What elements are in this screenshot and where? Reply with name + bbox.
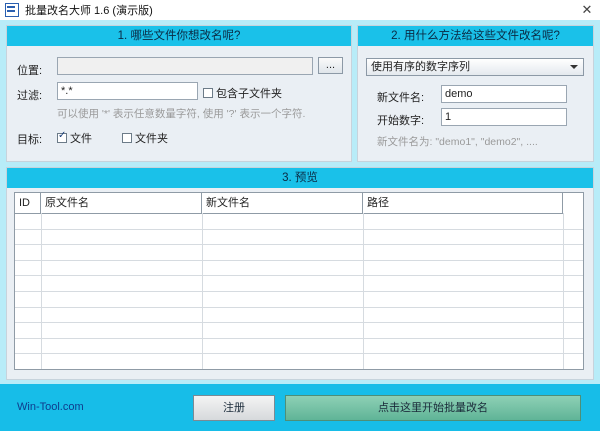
brand-link[interactable]: Win-Tool.com bbox=[17, 401, 84, 413]
start-number-label: 开始数字: bbox=[377, 115, 425, 127]
table-row-divider bbox=[15, 337, 583, 339]
target-file-checkbox[interactable]: 文件 bbox=[57, 130, 92, 146]
include-subfolders-checkbox[interactable]: 包含子文件夹 bbox=[203, 85, 282, 101]
filter-label: 过滤: bbox=[17, 90, 43, 102]
table-column-divider bbox=[563, 213, 564, 369]
new-name-label: 新文件名: bbox=[377, 92, 425, 104]
table-header: ID 原文件名 新文件名 路径 bbox=[15, 193, 563, 214]
section-files-header: 1. 哪些文件你想改名呢? bbox=[7, 26, 351, 46]
start-rename-button[interactable]: 点击这里开始批量改名 bbox=[285, 395, 581, 421]
close-icon[interactable]: ✕ bbox=[580, 3, 594, 17]
location-label: 位置: bbox=[17, 65, 43, 77]
include-subfolders-box[interactable] bbox=[203, 88, 213, 98]
table-row-divider bbox=[15, 369, 584, 370]
filter-hint: 可以使用 '*' 表示任意数量字符, 使用 '?' 表示一个字符. bbox=[57, 108, 306, 120]
section-preview-header: 3. 预览 bbox=[7, 168, 593, 188]
browse-button[interactable]: ... bbox=[318, 57, 343, 74]
table-row-divider bbox=[15, 275, 583, 277]
table-column-divider bbox=[363, 213, 364, 369]
filter-input[interactable]: *.* bbox=[57, 82, 198, 100]
new-name-preview-hint: 新文件名为: "demo1", "demo2", .... bbox=[377, 136, 538, 148]
section-method-header: 2. 用什么方法给这些文件改名呢? bbox=[358, 26, 593, 46]
app-icon bbox=[5, 3, 19, 17]
chevron-down-icon bbox=[570, 65, 578, 69]
column-header-id[interactable]: ID bbox=[15, 193, 41, 213]
footer-bar: Win-Tool.com 注册 点击这里开始批量改名 bbox=[0, 384, 600, 431]
preview-table[interactable]: ID 原文件名 新文件名 路径 bbox=[14, 192, 584, 370]
table-row-divider bbox=[15, 353, 583, 355]
target-file-box[interactable] bbox=[57, 130, 67, 143]
column-header-path[interactable]: 路径 bbox=[363, 193, 563, 213]
table-row-divider bbox=[15, 322, 583, 324]
target-folder-checkbox[interactable]: 文件夹 bbox=[122, 130, 168, 146]
new-name-input[interactable]: demo bbox=[441, 85, 567, 103]
table-row-divider bbox=[15, 228, 583, 230]
register-button[interactable]: 注册 bbox=[193, 395, 275, 421]
window-title: 批量改名大师 1.6 (演示版) bbox=[25, 5, 153, 17]
method-selected: 使用有序的数字序列 bbox=[371, 61, 470, 73]
column-header-original-name[interactable]: 原文件名 bbox=[41, 193, 202, 213]
table-column-divider bbox=[41, 213, 42, 369]
target-file-label: 文件 bbox=[70, 133, 92, 145]
title-bar: 批量改名大师 1.6 (演示版) ✕ bbox=[0, 0, 600, 20]
table-row-divider bbox=[15, 306, 583, 308]
section-method: 2. 用什么方法给这些文件改名呢? 使用有序的数字序列 新文件名: demo 开… bbox=[357, 25, 594, 162]
target-label: 目标: bbox=[17, 134, 43, 146]
location-input[interactable] bbox=[57, 57, 313, 75]
table-row-divider bbox=[15, 259, 583, 261]
method-dropdown[interactable]: 使用有序的数字序列 bbox=[366, 58, 584, 76]
column-header-new-name[interactable]: 新文件名 bbox=[202, 193, 363, 213]
section-files: 1. 哪些文件你想改名呢? 位置: ... 过滤: *.* 包含子文件夹 可以使… bbox=[6, 25, 352, 162]
target-folder-label: 文件夹 bbox=[135, 133, 168, 145]
table-row-divider bbox=[15, 244, 583, 246]
table-column-divider bbox=[202, 213, 203, 369]
target-folder-box[interactable] bbox=[122, 133, 132, 143]
include-subfolders-label: 包含子文件夹 bbox=[216, 88, 282, 100]
table-row-divider bbox=[15, 291, 583, 292]
start-number-input[interactable]: 1 bbox=[441, 108, 567, 126]
